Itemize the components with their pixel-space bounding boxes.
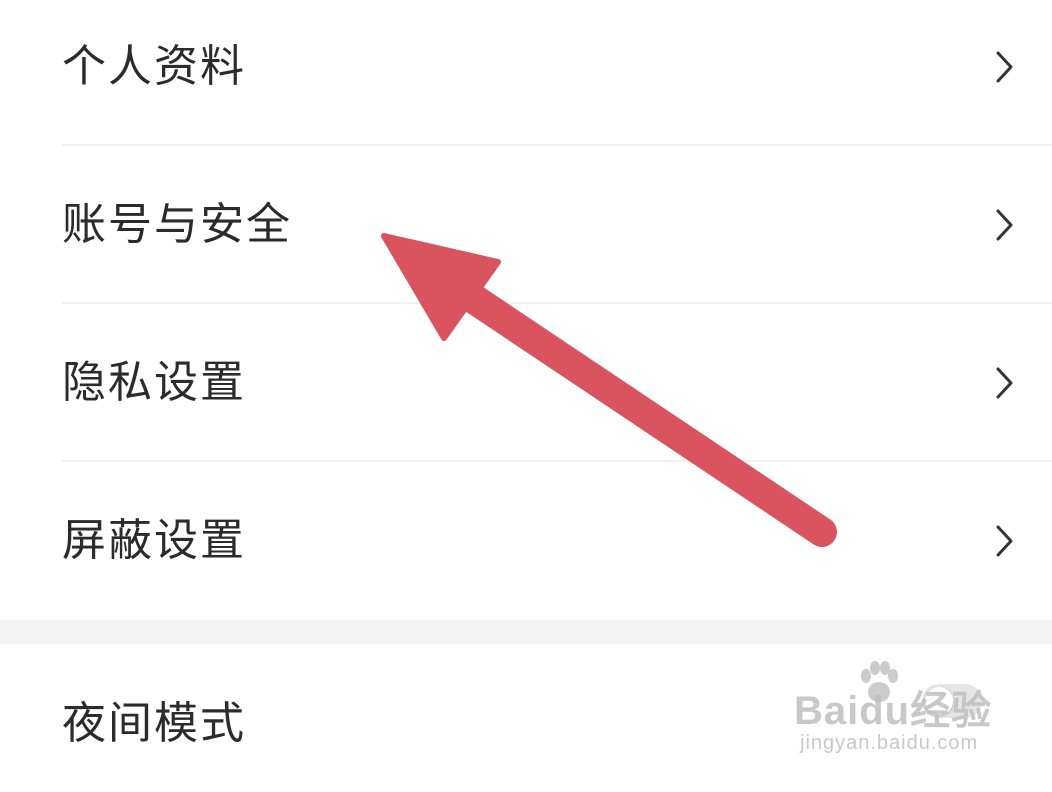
settings-item-label: 账号与安全 [62,199,292,250]
watermark-url: jingyan.baidu.com [800,732,979,754]
chevron-right-icon [996,367,1013,399]
watermark-brand: Baidu经验 [794,689,993,733]
group-separator [0,620,1052,644]
baidu-jingyan-watermark: Baidu经验 jingyan.baidu.com [794,660,994,770]
settings-group-account: 个人资料 账号与安全 隐私设置 屏蔽设置 [0,0,1052,620]
settings-item-label: 夜间模式 [62,698,246,749]
settings-item-profile[interactable]: 个人资料 [0,0,1052,146]
settings-item-label: 隐私设置 [62,357,246,408]
chevron-right-icon [996,209,1013,241]
settings-item-account-security[interactable]: 账号与安全 [0,146,1052,304]
settings-screen: 个人资料 账号与安全 隐私设置 屏蔽设置 夜间模式 Baidu经验 jingya… [0,0,1052,792]
settings-item-privacy[interactable]: 隐私设置 [0,304,1052,462]
chevron-right-icon [996,525,1013,557]
settings-item-label: 个人资料 [62,41,246,92]
chevron-right-icon [996,51,1013,83]
settings-item-label: 屏蔽设置 [62,515,246,566]
settings-item-block[interactable]: 屏蔽设置 [0,462,1052,620]
